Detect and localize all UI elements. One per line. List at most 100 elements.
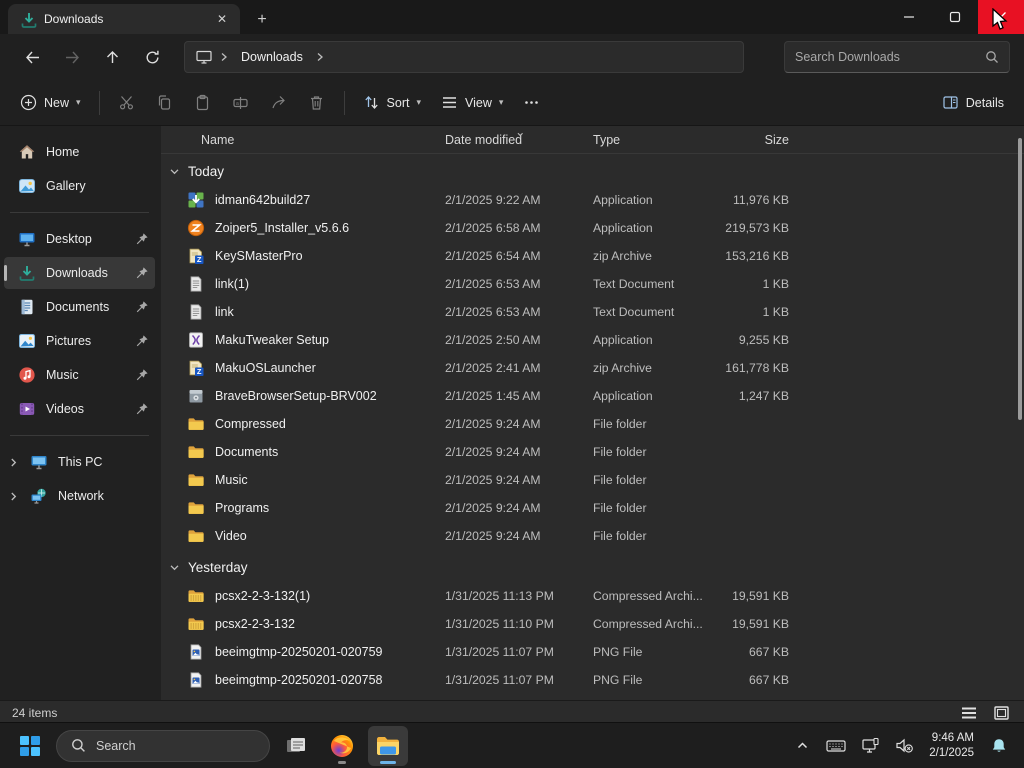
file-name: Music (215, 473, 248, 487)
view-button[interactable]: View ▾ (431, 86, 513, 120)
file-date-modified: 2/1/2025 9:24 AM (445, 501, 541, 515)
pin-icon (135, 334, 149, 348)
sidebar-item-home[interactable]: Home (4, 136, 155, 168)
sidebar-item-videos[interactable]: Videos (4, 393, 155, 425)
plus-circle-icon (20, 94, 37, 111)
taskbar-search-input[interactable]: Search (56, 729, 270, 762)
file-row[interactable]: Documents 2/1/2025 9:24 AM File folder (169, 438, 1014, 466)
file-row[interactable]: Z MakuOSLauncher 2/1/2025 2:41 AM zip Archi… (169, 354, 1014, 382)
file-size: 1,247 KB (738, 389, 789, 403)
sidebar-item-label: This PC (58, 455, 103, 469)
file-row[interactable]: Video 2/1/2025 9:24 AM File folder (169, 522, 1014, 550)
file-row[interactable]: link(1) 2/1/2025 6:53 AM Text Document 1 KB (169, 270, 1014, 298)
paste-button[interactable] (184, 86, 222, 120)
notification-bell-icon[interactable] (984, 728, 1014, 764)
task-view-button[interactable] (276, 726, 316, 766)
cut-button[interactable] (108, 86, 146, 120)
svg-text:a: a (236, 101, 239, 107)
chevron-right-icon[interactable] (315, 52, 325, 62)
file-row[interactable]: link 2/1/2025 6:53 AM Text Document 1 KB (169, 298, 1014, 326)
sidebar-item-label: Music (46, 368, 79, 382)
sidebar-item-this-pc[interactable]: This PC (4, 446, 155, 478)
sidebar-item-network[interactable]: Network (4, 480, 155, 512)
copy-button[interactable] (146, 86, 184, 120)
sidebar-item-gallery[interactable]: Gallery (4, 170, 155, 202)
sidebar-item-label: Home (46, 145, 80, 159)
search-input[interactable]: Search Downloads (784, 41, 1010, 73)
up-button[interactable] (94, 41, 130, 73)
rename-button[interactable]: a (222, 86, 260, 120)
sidebar-item-downloads[interactable]: Downloads (4, 257, 155, 289)
firefox-taskbar-icon[interactable] (322, 726, 362, 766)
share-button[interactable] (260, 86, 298, 120)
file-date-modified: 2/1/2025 6:53 AM (445, 305, 541, 319)
file-row[interactable]: Compressed 2/1/2025 9:24 AM File folder (169, 410, 1014, 438)
sidebar-item-music[interactable]: Music (4, 359, 155, 391)
file-row[interactable]: Z KeySMasterPro 2/1/2025 6:54 AM zip Archiv… (169, 242, 1014, 270)
thumbnail-view-toggle[interactable] (990, 704, 1012, 722)
new-tab-button[interactable]: + (248, 6, 276, 34)
breadcrumb-item-downloads[interactable]: Downloads (235, 50, 309, 64)
file-row[interactable]: Programs 2/1/2025 9:24 AM File folder (169, 494, 1014, 522)
chevron-right-icon[interactable] (8, 457, 20, 468)
start-button[interactable] (10, 726, 50, 766)
file-size: 667 KB (749, 673, 789, 687)
volume-muted-icon[interactable] (889, 728, 919, 764)
column-header-size[interactable]: Size (703, 133, 795, 147)
file-size: 1 KB (762, 305, 789, 319)
minimize-button[interactable] (886, 0, 932, 34)
pin-icon (135, 300, 149, 314)
touch-keyboard-icon[interactable] (821, 728, 851, 764)
new-button[interactable]: New ▾ (10, 86, 91, 120)
column-header-date-modified[interactable]: ⌄ Date modified (441, 126, 589, 147)
group-header-yesterday[interactable]: Yesterday (169, 552, 1014, 582)
main-area: Home Gallery Desktop Downloads Documents Pic… (0, 126, 1024, 700)
network-icon[interactable] (855, 728, 885, 764)
file-type: Text Document (593, 305, 675, 319)
file-name: pcsx2-2-3-132 (215, 617, 295, 631)
chevron-right-icon[interactable] (8, 491, 20, 502)
maximize-button[interactable] (932, 0, 978, 34)
downloads-icon (18, 264, 36, 282)
explorer-tab-downloads[interactable]: Downloads ✕ (8, 4, 240, 34)
file-type: Compressed Archi... (593, 617, 703, 631)
file-row[interactable]: Music 2/1/2025 9:24 AM File folder (169, 466, 1014, 494)
forward-button[interactable] (54, 41, 90, 73)
hidden-icons-chevron[interactable] (787, 728, 817, 764)
vertical-scrollbar[interactable] (1018, 138, 1022, 420)
file-row[interactable]: Zoiper5_Installer_v5.6.6 2/1/2025 6:58 AM… (169, 214, 1014, 242)
sort-button[interactable]: Sort ▾ (353, 86, 431, 120)
png-icon (187, 671, 205, 689)
refresh-button[interactable] (134, 41, 170, 73)
file-row[interactable]: MakuTweaker Setup 2/1/2025 2:50 AM Applica… (169, 326, 1014, 354)
clock[interactable]: 9:46 AM 2/1/2025 (923, 731, 980, 761)
file-row[interactable]: pcsx2-2-3-132 1/31/2025 11:10 PM Compresse… (169, 610, 1014, 638)
sidebar-item-pictures[interactable]: Pictures (4, 325, 155, 357)
more-options-button[interactable] (513, 86, 550, 120)
file-row[interactable]: beeimgtmp-20250201-020759 1/31/2025 11:07… (169, 638, 1014, 666)
file-row[interactable]: BraveBrowserSetup-BRV002 2/1/2025 1:45 AM… (169, 382, 1014, 410)
column-header-type[interactable]: Type (589, 133, 703, 147)
details-view-toggle[interactable] (958, 704, 980, 722)
gallery-icon (18, 177, 36, 195)
file-row[interactable]: beeimgtmp-20250201-020758 1/31/2025 11:07… (169, 666, 1014, 694)
file-name: Documents (215, 445, 279, 459)
back-button[interactable] (14, 41, 50, 73)
file-date-modified: 2/1/2025 2:41 AM (445, 361, 541, 375)
close-button[interactable] (978, 0, 1024, 34)
column-header-name[interactable]: Name (169, 133, 441, 147)
delete-button[interactable] (298, 86, 336, 120)
sidebar-item-desktop[interactable]: Desktop (4, 223, 155, 255)
file-row[interactable]: pcsx2-2-3-132(1) 1/31/2025 11:13 PM Compre… (169, 582, 1014, 610)
chevron-down-icon: ▾ (76, 97, 81, 107)
details-pane-button[interactable]: Details (932, 86, 1014, 120)
file-type: Compressed Archi... (593, 589, 703, 603)
file-row[interactable] (169, 694, 1014, 700)
file-row[interactable]: idman642build27 2/1/2025 9:22 AM Applicati… (169, 186, 1014, 214)
sidebar-item-documents[interactable]: Documents (4, 291, 155, 323)
group-header-today[interactable]: Today (169, 156, 1014, 186)
tab-close-icon[interactable]: ✕ (212, 9, 232, 29)
breadcrumb[interactable]: Downloads (184, 41, 744, 73)
chevron-right-icon (219, 52, 229, 62)
file-explorer-taskbar-icon[interactable] (368, 725, 408, 766)
